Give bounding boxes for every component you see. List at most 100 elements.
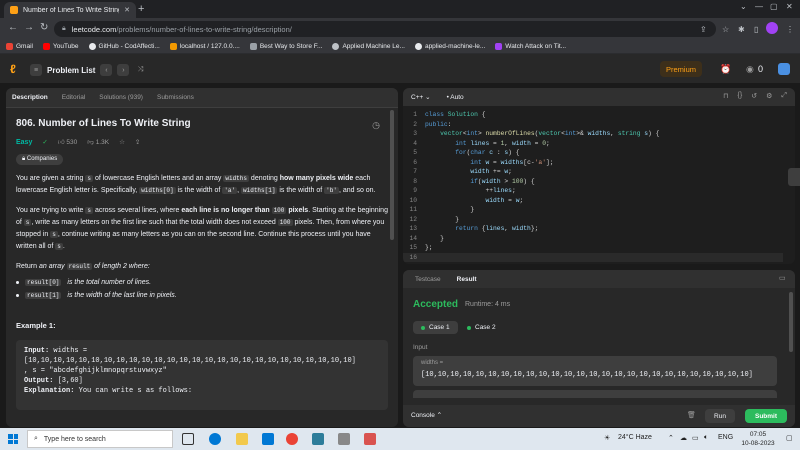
bookmark-item[interactable]: applied-machine-le...	[414, 43, 485, 50]
result-scrollbar[interactable]	[789, 292, 793, 352]
clock-icon[interactable]: ◷	[372, 120, 380, 131]
code-line[interactable]: 4 int lines = 1, width = 0;	[403, 139, 783, 149]
weather-icon[interactable]: ☀	[604, 434, 610, 442]
code-line[interactable]: 15};	[403, 243, 783, 253]
streak-fire-icon[interactable]: ◉	[746, 64, 754, 75]
console-toggle[interactable]: Console ⌃	[411, 411, 442, 419]
reload-icon[interactable]: ↻	[40, 22, 48, 33]
braces-icon[interactable]: {}	[738, 92, 743, 100]
edge-icon[interactable]	[209, 433, 221, 445]
code-line[interactable]: 11 }	[403, 205, 783, 215]
companies-tag[interactable]: 🔒︎ Companies	[16, 154, 64, 165]
code-line[interactable]: 1 class Solution {	[403, 110, 783, 120]
tab-editorial[interactable]: Editorial	[62, 94, 85, 101]
chevron-down-icon[interactable]: ⌄	[740, 2, 747, 11]
leetcode-logo-icon[interactable]: ℓ	[10, 63, 22, 75]
close-window-icon[interactable]: ✕	[786, 2, 793, 11]
file-explorer-icon[interactable]	[236, 433, 248, 445]
collapse-panel-handle[interactable]	[788, 168, 800, 186]
bookmark-item[interactable]: Applied Machine Le...	[332, 43, 405, 50]
case-2-button[interactable]: Case 2	[459, 321, 504, 334]
code-line[interactable]: 5 for(char c : s) {	[403, 148, 783, 158]
close-tab-icon[interactable]: ✕	[124, 6, 130, 14]
extensions-icon[interactable]: ✱	[738, 25, 745, 34]
network-icon[interactable]: ⌃	[668, 434, 674, 442]
code-line[interactable]: 14 }	[403, 234, 783, 244]
next-problem-button[interactable]: ›	[117, 64, 130, 76]
chrome-icon[interactable]	[286, 433, 298, 445]
problem-list-link[interactable]: Problem List	[47, 66, 95, 75]
mail-icon[interactable]	[262, 433, 274, 445]
windows-start-icon[interactable]	[8, 434, 18, 444]
language-select[interactable]: C++ ⌄	[411, 93, 431, 101]
premium-button[interactable]: Premium	[660, 61, 702, 77]
settings-icon[interactable]: ⚙	[766, 92, 772, 100]
code-line[interactable]: 10 width = w;	[403, 196, 783, 206]
code-line[interactable]: 2 public:	[403, 120, 783, 130]
tab-description[interactable]: Description	[12, 94, 48, 101]
app-icon[interactable]	[364, 433, 376, 445]
forward-icon[interactable]: →	[24, 22, 34, 33]
browser-tab[interactable]: Number of Lines To Write String ✕	[4, 2, 136, 18]
star-icon[interactable]: ☆	[119, 138, 125, 146]
profile-avatar[interactable]	[766, 22, 778, 34]
trash-icon[interactable]: 🗑︎	[687, 411, 696, 419]
code-line[interactable]: 8 if(width > 100) {	[403, 177, 783, 187]
maximize-icon[interactable]: ▢	[770, 2, 778, 11]
case-1-button[interactable]: Case 1	[413, 321, 458, 334]
code-line[interactable]: 3 vector < int > numberOfLines(vector < int >&…	[403, 129, 783, 139]
volume-icon[interactable]: 🔈︎	[704, 434, 708, 442]
minimize-icon[interactable]: —	[755, 2, 763, 11]
tab-solutions[interactable]: Solutions (939)	[99, 94, 143, 101]
timer-icon[interactable]: ⏰	[720, 64, 731, 75]
code-line[interactable]: 12 }	[403, 215, 783, 225]
code-line[interactable]: 7 width += w;	[403, 167, 783, 177]
description-scrollbar[interactable]	[390, 110, 394, 240]
bookmark-item[interactable]: Watch Attack on Tit...	[495, 43, 566, 50]
cloud-icon[interactable]: ☁	[680, 434, 687, 442]
task-view-icon[interactable]	[182, 433, 194, 445]
code-area[interactable]: 1 class Solution {2 public:3 vector < int > n…	[403, 110, 783, 262]
system-clock[interactable]: 07:05 10-08-2023	[738, 430, 778, 448]
language-indicator[interactable]: ENG	[718, 434, 733, 441]
code-line[interactable]: 16	[403, 252, 783, 262]
tab-submissions[interactable]: Submissions	[157, 94, 194, 101]
notifications-icon[interactable]: ▢	[786, 434, 793, 442]
tab-result[interactable]: Result	[457, 276, 477, 283]
taskbar-search[interactable]: ⌕ Type here to search	[27, 430, 173, 448]
store-icon[interactable]	[312, 433, 324, 445]
share-icon[interactable]: ⇪	[700, 25, 707, 34]
like-button[interactable]: 👍︎ 530	[58, 138, 77, 146]
sidebar-icon[interactable]: ▯	[754, 25, 758, 34]
battery-icon[interactable]: ▭	[692, 434, 699, 442]
bookmark-star-icon[interactable]: ☆	[722, 25, 729, 34]
bookmark-item[interactable]: Best Way to Store F...	[249, 43, 322, 50]
weather-text[interactable]: 24°C Haze	[618, 434, 652, 441]
shuffle-icon[interactable]: ⤨	[134, 64, 146, 76]
run-button[interactable]: Run	[705, 409, 735, 423]
collapse-icon[interactable]: ▭	[779, 274, 786, 282]
bookmark-item[interactable]: Gmail	[6, 43, 33, 50]
list-icon[interactable]: ≡	[30, 64, 42, 76]
address-bar[interactable]: 🔒︎ leetcode.com/problems/number-of-lines…	[54, 21, 716, 37]
back-icon[interactable]: ←	[8, 22, 18, 33]
fullscreen-icon[interactable]: ⤢	[781, 92, 787, 100]
app-icon[interactable]	[338, 433, 350, 445]
code-line[interactable]: 9 ++ lines;	[403, 186, 783, 196]
bookmark-item[interactable]: GitHub - CodAffecti...	[88, 43, 160, 50]
new-tab-icon[interactable]: +	[138, 3, 144, 15]
user-avatar[interactable]	[778, 63, 790, 75]
menu-icon[interactable]: ⋮	[786, 25, 794, 34]
mode-select[interactable]: • Auto	[447, 94, 464, 101]
code-line[interactable]: 13 return {lines, width};	[403, 224, 783, 234]
share-icon[interactable]: ⇪	[135, 138, 140, 146]
prev-problem-button[interactable]: ‹	[100, 64, 113, 76]
tab-testcase[interactable]: Testcase	[415, 276, 441, 283]
dislike-button[interactable]: 👎︎ 1.3K	[87, 138, 109, 146]
reset-icon[interactable]: ↺	[751, 92, 757, 100]
bookmark-item[interactable]: YouTube	[42, 43, 79, 50]
submit-button[interactable]: Submit	[745, 409, 787, 423]
code-line[interactable]: 6 int w = widths [c-'a'];	[403, 158, 783, 168]
bookmark-item[interactable]: localhost / 127.0.0....	[169, 43, 240, 50]
bookmark-icon[interactable]: ⊓	[723, 92, 728, 100]
